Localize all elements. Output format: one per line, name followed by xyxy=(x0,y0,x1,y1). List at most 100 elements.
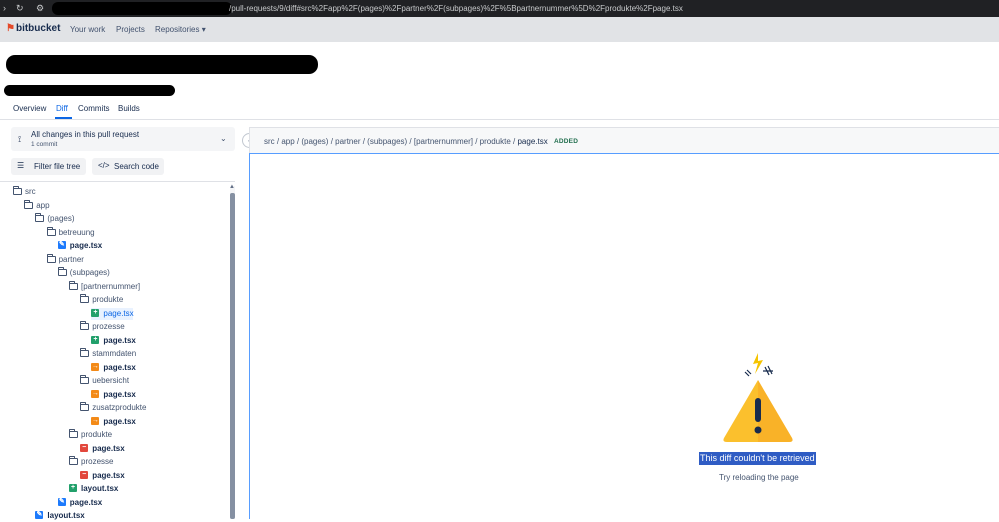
address-bar[interactable]: /pull-requests/9/diff#src%2Fapp%2F(pages… xyxy=(229,4,683,13)
folder-icon xyxy=(80,375,90,384)
file-added-icon: + xyxy=(69,484,77,492)
file-added-icon: + xyxy=(91,335,100,344)
divider xyxy=(0,119,999,120)
file-name[interactable]: page.tsx xyxy=(517,137,547,146)
chevron-down-icon: ⌄ xyxy=(220,134,227,143)
error-title: This diff couldn't be retrieved xyxy=(699,452,816,465)
tree-folder[interactable]: partner xyxy=(46,253,247,266)
back-icon[interactable]: › xyxy=(3,3,6,13)
folder-icon xyxy=(35,213,45,222)
bitbucket-logo-icon: ⚑ xyxy=(6,23,15,34)
chevron-down-icon: ▾ xyxy=(201,25,206,34)
tree-folder[interactable]: prozesse xyxy=(69,456,269,468)
tree-folder[interactable]: betreuung xyxy=(46,226,247,239)
tree-item-label: app xyxy=(36,200,50,210)
tree-folder[interactable]: produkte xyxy=(69,429,269,441)
tab-builds[interactable]: Builds xyxy=(118,104,140,113)
tree-folder[interactable]: app xyxy=(24,199,224,212)
changes-subtitle: 1 commit xyxy=(31,141,58,148)
tree-item-label: [partnernummer] xyxy=(81,281,141,291)
status-badge: ADDED xyxy=(554,138,579,145)
tree-item-label: page.tsx xyxy=(103,335,136,345)
filter-file-tree-button[interactable]: ☰ Filter file tree xyxy=(11,158,86,175)
tree-item-label: zusatzprodukte xyxy=(92,403,147,412)
file-deleted-icon: − xyxy=(80,470,89,479)
tree-item-label: prozesse xyxy=(92,322,125,331)
nav-repositories[interactable]: Repositories ▾ xyxy=(155,25,206,34)
reload-icon[interactable]: ↻ xyxy=(16,3,24,14)
app-header: ⚑bitbucket Your work Projects Repositori… xyxy=(0,17,999,42)
tab-commits[interactable]: Commits xyxy=(78,104,110,113)
bitbucket-logo[interactable]: ⚑bitbucket xyxy=(6,23,60,34)
tree-scrollbar-thumb[interactable] xyxy=(230,193,235,519)
tab-overview[interactable]: Overview xyxy=(13,104,46,113)
tree-item-label: prozesse xyxy=(81,457,114,466)
folder-icon xyxy=(46,253,56,263)
tree-file[interactable]: ✎ page.tsx xyxy=(57,240,258,252)
filter-icon: ☰ xyxy=(17,161,25,170)
redacted-pr-subtitle xyxy=(4,85,175,96)
file-modified-icon: ✎ xyxy=(57,241,66,249)
tree-file[interactable]: ✎ page.tsx xyxy=(57,497,258,509)
file-modified-icon: ✎ xyxy=(35,511,44,519)
tree-item-label: produkte xyxy=(92,295,124,304)
tree-item-label: layout.tsx xyxy=(81,484,119,493)
folder-icon xyxy=(69,456,78,465)
tree-item-label: betreuung xyxy=(58,227,95,237)
warning-illustration-icon xyxy=(723,353,793,442)
diff-panel xyxy=(249,153,999,519)
tab-diff[interactable]: Diff xyxy=(56,104,68,113)
folder-icon xyxy=(80,321,90,330)
tree-item-label: produkte xyxy=(81,430,113,439)
file-deleted-icon: − xyxy=(80,443,89,452)
tree-file[interactable]: + layout.tsx xyxy=(69,483,269,495)
folder-icon xyxy=(57,267,67,276)
tree-item-label: page.tsx xyxy=(92,443,125,453)
tree-item-label: stammdaten xyxy=(92,349,137,358)
commit-icon: ⟟ xyxy=(18,134,22,144)
tree-item-label: src xyxy=(25,187,36,196)
folder-icon xyxy=(80,294,90,303)
tree-item-label: partner xyxy=(58,254,84,264)
changes-title: All changes in this pull request xyxy=(31,130,140,139)
folder-icon xyxy=(13,186,22,195)
file-header: src / app / (pages) / partner / (subpage… xyxy=(249,127,999,153)
folder-icon xyxy=(80,348,90,357)
folder-icon xyxy=(69,429,78,438)
folder-icon xyxy=(24,199,34,209)
folder-icon xyxy=(80,402,90,411)
tree-item-label: page.tsx xyxy=(103,416,136,426)
scroll-up-arrow-icon[interactable]: ▲ xyxy=(229,184,235,190)
file-added-icon: + xyxy=(91,308,100,317)
tree-item-label: page.tsx xyxy=(103,308,134,318)
file-renamed-icon: → xyxy=(91,362,100,371)
browser-toolbar: › ↻ ⚙ /pull-requests/9/diff#src%2Fapp%2F… xyxy=(0,0,999,17)
folder-icon xyxy=(46,226,56,236)
tree-folder[interactable]: (subpages) xyxy=(57,267,258,279)
nav-projects[interactable]: Projects xyxy=(116,25,145,34)
tree-item-label: page.tsx xyxy=(103,362,136,372)
redacted-pr-title xyxy=(6,55,318,74)
tree-item-label: page.tsx xyxy=(69,241,103,250)
file-breadcrumb: src / app / (pages) / partner / (subpage… xyxy=(264,137,548,146)
tree-folder[interactable]: [partnernummer] xyxy=(69,280,269,293)
divider xyxy=(0,181,235,182)
tree-item-label: uebersicht xyxy=(92,376,130,385)
commit-range-selector[interactable]: ⟟ All changes in this pull request 1 com… xyxy=(11,127,235,151)
search-code-button[interactable]: </> Search code xyxy=(92,158,164,175)
nav-your-work[interactable]: Your work xyxy=(70,25,105,34)
tree-item-label: page.tsx xyxy=(103,389,136,399)
tree-file[interactable]: ✎ layout.tsx xyxy=(35,510,235,522)
tree-item-label: (subpages) xyxy=(69,268,110,277)
code-icon: </> xyxy=(98,161,110,170)
folder-icon xyxy=(69,280,78,290)
file-renamed-icon: → xyxy=(91,389,100,398)
error-subtitle: Try reloading the page xyxy=(719,473,799,482)
tree-file[interactable]: + page.tsx xyxy=(91,307,134,320)
file-modified-icon: ✎ xyxy=(57,497,66,506)
tree-item-label: page.tsx xyxy=(69,497,103,507)
site-settings-icon[interactable]: ⚙ xyxy=(36,3,44,14)
tree-folder[interactable]: (pages) xyxy=(35,213,235,225)
tree-folder[interactable]: src xyxy=(13,186,213,198)
tree-item-label: page.tsx xyxy=(92,470,125,480)
